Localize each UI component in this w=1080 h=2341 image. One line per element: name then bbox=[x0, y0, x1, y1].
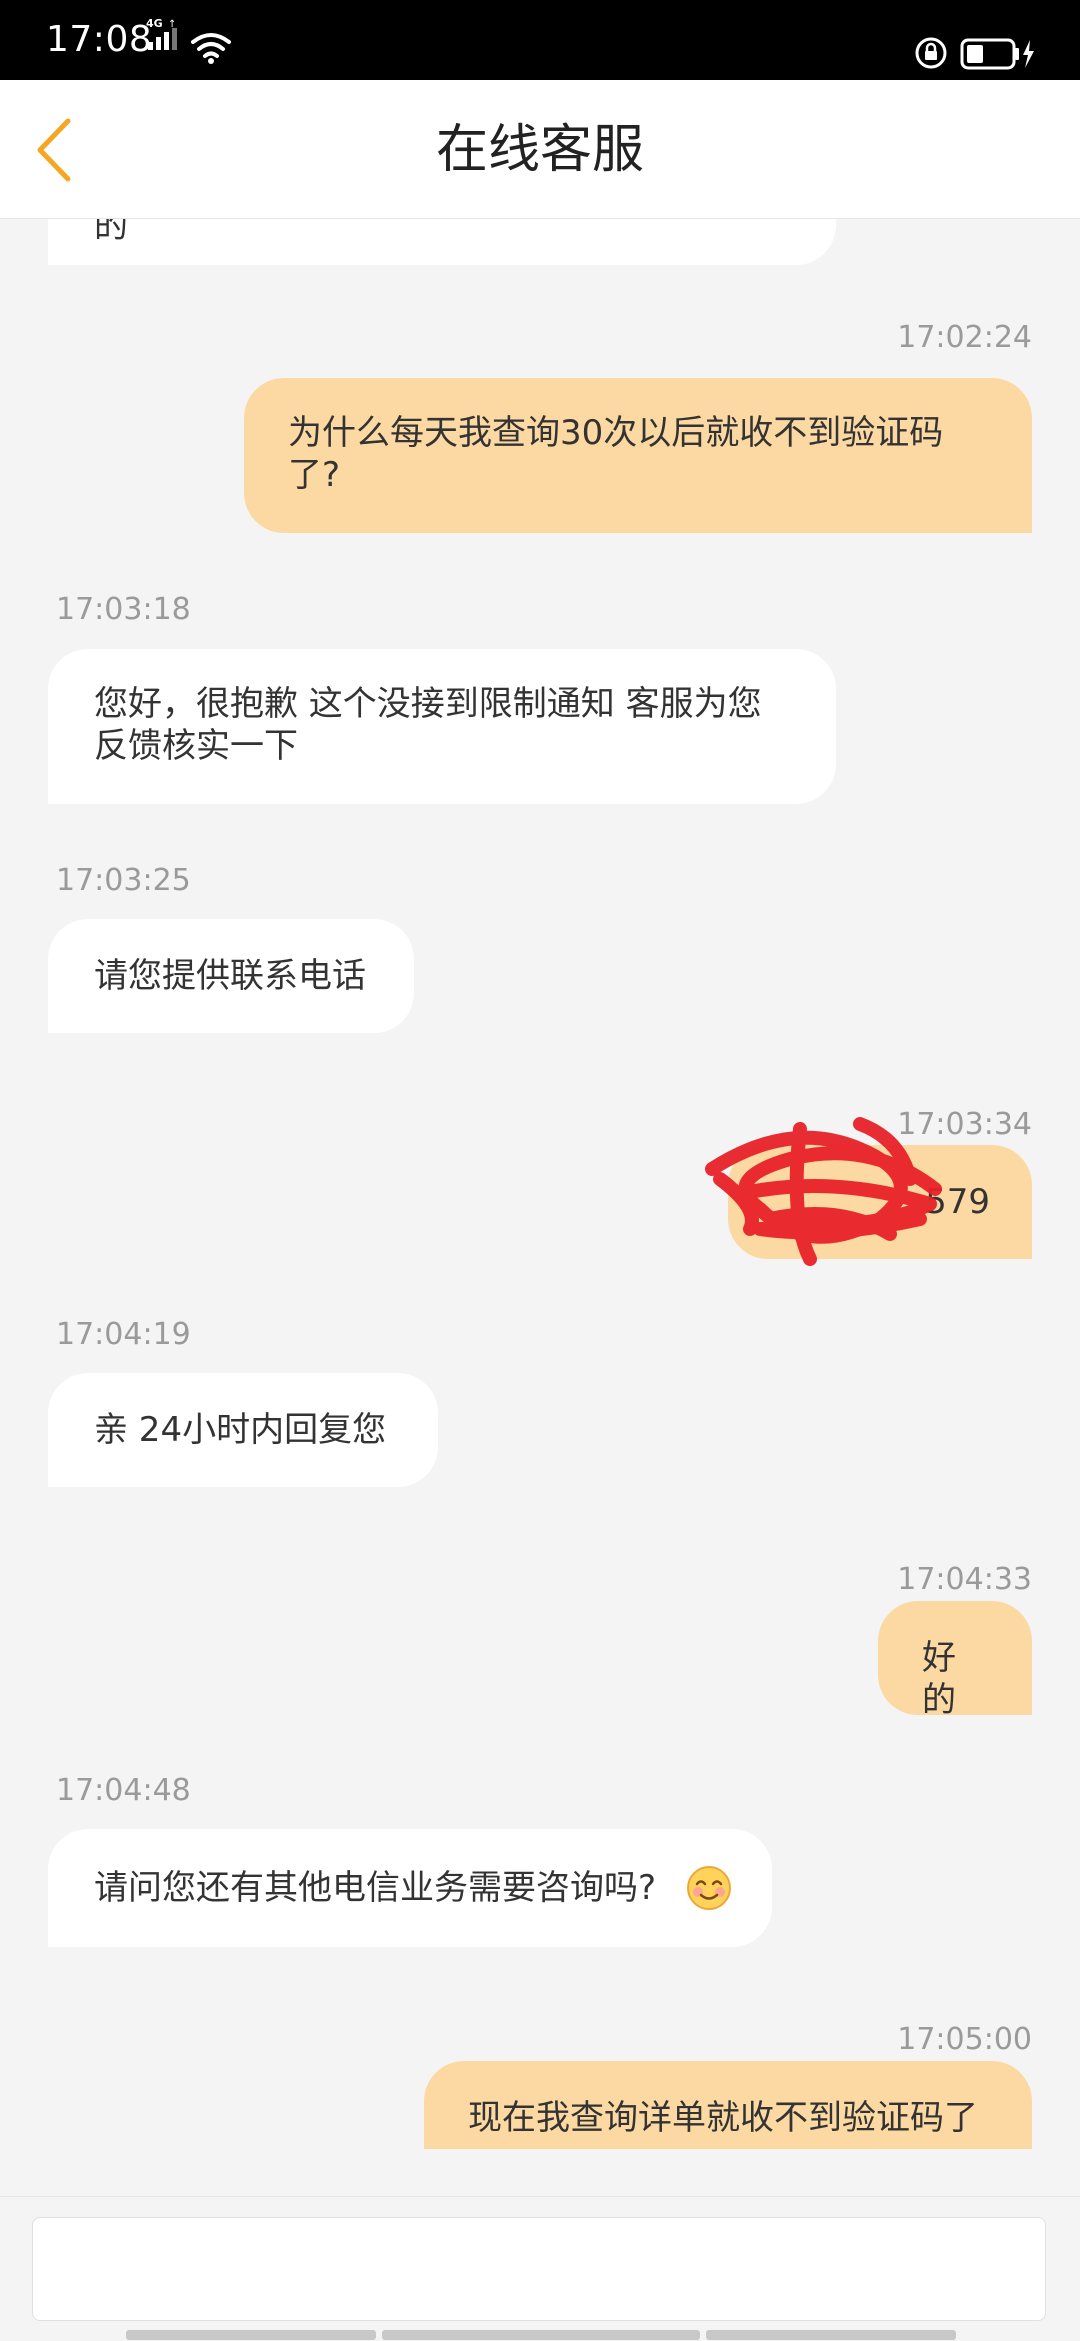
message-bubble-user: 为什么每天我查询30次以后就收不到验证码了? bbox=[244, 378, 1032, 533]
message-timestamp: 17:04:33 bbox=[897, 1562, 1032, 1597]
message-input[interactable] bbox=[32, 2217, 1046, 2321]
message-text: 的 bbox=[94, 219, 128, 246]
message-bubble-agent: 请问您还有其他电信业务需要咨询吗? bbox=[48, 1829, 772, 1947]
message-text: 为什么每天我查询30次以后就收不到验证码了? bbox=[288, 413, 944, 495]
message-text: 现在我查询详单就收不到验证码了 bbox=[468, 2098, 978, 2138]
page-title: 在线客服 bbox=[435, 120, 644, 180]
nav-indicator-right bbox=[706, 2330, 956, 2340]
message-bubble-user: 579 bbox=[728, 1145, 1032, 1259]
message-timestamp: 17:04:19 bbox=[56, 1317, 191, 1352]
message-text: 579 bbox=[925, 1182, 990, 1222]
nav-indicator-center bbox=[382, 2330, 700, 2340]
message-text: 好的 bbox=[922, 1638, 956, 1720]
app-header: 在线客服 bbox=[0, 80, 1080, 219]
input-bar bbox=[0, 2196, 1080, 2341]
message-timestamp: 17:04:48 bbox=[56, 1773, 191, 1808]
svg-text:4G: 4G bbox=[146, 17, 163, 30]
message-timestamp: 17:03:25 bbox=[56, 863, 191, 898]
message-text: 亲 24小时内回复您 bbox=[94, 1410, 387, 1450]
message-bubble-agent: 您好，很抱歉 这个没接到限制通知 客服为您反馈核实一下 bbox=[48, 649, 836, 804]
message-text: 请问您还有其他电信业务需要咨询吗? bbox=[94, 1868, 657, 1908]
smiling-face-icon bbox=[687, 1866, 731, 1910]
battery-charging-icon bbox=[960, 38, 1036, 74]
message-bubble-agent: 请您提供联系电话 bbox=[48, 919, 414, 1033]
message-timestamp: 17:03:18 bbox=[56, 592, 191, 627]
nav-indicator-left bbox=[126, 2330, 376, 2340]
chat-area[interactable]: 的 17:02:24 为什么每天我查询30次以后就收不到验证码了? 17:03:… bbox=[0, 219, 1080, 2149]
message-timestamp: 17:03:34 bbox=[897, 1107, 1032, 1142]
message-bubble-agent: 的 bbox=[48, 219, 836, 265]
message-timestamp: 17:02:24 bbox=[897, 320, 1032, 355]
message-bubble-user: 现在我查询详单就收不到验证码了 bbox=[424, 2061, 1032, 2149]
message-text: 您好，很抱歉 这个没接到限制通知 客服为您反馈核实一下 bbox=[94, 684, 762, 766]
signal-icon: 4G ↑ bbox=[144, 16, 184, 56]
message-bubble-user: 好的 bbox=[878, 1601, 1032, 1720]
rotation-lock-icon bbox=[914, 36, 948, 74]
status-time: 17:08 bbox=[46, 19, 153, 60]
message-bubble-agent: 亲 24小时内回复您 bbox=[48, 1373, 438, 1487]
message-text: 请您提供联系电话 bbox=[94, 956, 366, 996]
wifi-icon bbox=[190, 32, 232, 68]
message-timestamp: 17:05:00 bbox=[897, 2022, 1032, 2057]
status-bar: 17:08 4G ↑ bbox=[0, 0, 1080, 80]
